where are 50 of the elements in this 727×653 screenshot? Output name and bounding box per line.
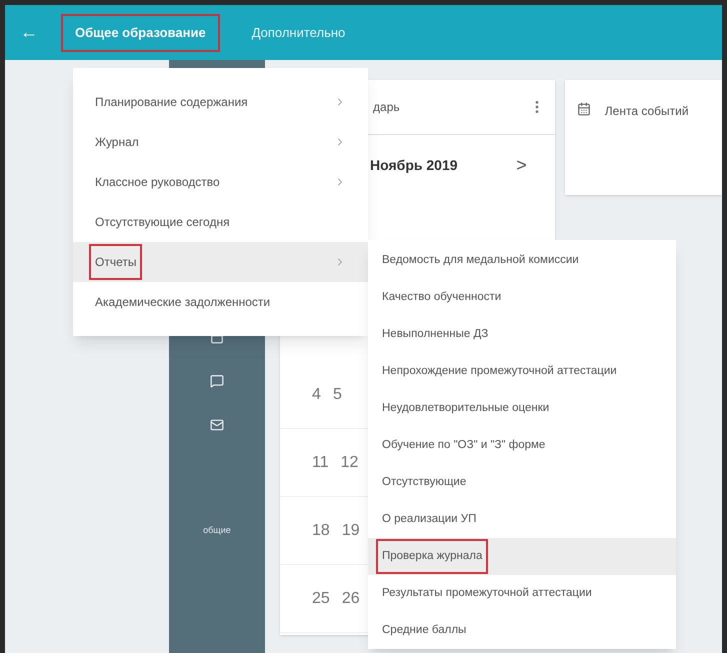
menu-item[interactable]: Отсутствующие сегодня [73, 202, 368, 242]
day-number[interactable]: 4 [312, 382, 321, 406]
submenu-item-label: Невыполненные ДЗ [381, 326, 490, 342]
mail-icon[interactable] [210, 418, 224, 432]
card-title: Лента событий [604, 103, 689, 120]
menu-item[interactable]: Планирование содержания [73, 82, 368, 122]
submenu-item-label: Непрохождение промежуточной аттестации [381, 364, 618, 379]
menu-item-label: Академические задолженности [94, 294, 272, 311]
day-number[interactable]: 11 [312, 450, 329, 474]
calendar-icon [576, 102, 591, 116]
submenu-item[interactable]: Отсутствующие [368, 464, 676, 501]
day-number[interactable]: 19 [342, 518, 360, 542]
menu-item-label: Отсутствующие сегодня [94, 214, 231, 231]
next-month-button[interactable]: > [516, 152, 527, 178]
submenu-item[interactable]: Непрохождение промежуточной аттестации [368, 353, 676, 390]
day-number[interactable]: 25 [312, 586, 330, 610]
menu-item[interactable]: Журнал [73, 122, 368, 162]
submenu-item[interactable]: О реализации УП [368, 501, 676, 538]
submenu-item[interactable]: Средние баллы [368, 612, 676, 649]
submenu-item-label: Средние баллы [381, 622, 468, 638]
menu-item[interactable]: Академические задолженности [73, 282, 368, 322]
submenu-item-label: Результаты промежуточной аттестации [381, 586, 593, 601]
submenu-item-label: Отсутствующие [381, 474, 468, 490]
submenu-item-label: Неудовлетворительные оценки [381, 400, 550, 416]
submenu-item[interactable]: Качество обученности [368, 279, 676, 316]
submenu-item-label: Проверка журнала [376, 539, 488, 574]
submenu-item-label: Ведомость для медальной комиссии [381, 252, 580, 268]
menu-item-label: Журнал [94, 134, 140, 151]
menu-item-label: Планирование содержания [94, 94, 249, 111]
menu-item[interactable]: Отчеты [73, 242, 368, 282]
day-number[interactable]: 12 [340, 450, 358, 474]
submenu-item[interactable]: Результаты промежуточной аттестации [368, 575, 676, 612]
submenu-item[interactable]: Неудовлетворительные оценки [368, 390, 676, 427]
month-label: Ноябрь 2019 [370, 156, 459, 175]
day-number[interactable]: 18 [312, 518, 330, 542]
submenu-item-label: Обучение по "ОЗ" и "З" форме [381, 438, 546, 453]
submenu-item[interactable]: Обучение по "ОЗ" и "З" форме [368, 427, 676, 464]
day-number[interactable]: 26 [342, 586, 360, 610]
menu-item-label: Классное руководство [94, 174, 221, 191]
chat-icon[interactable] [210, 374, 224, 388]
sidebar-label: общие [203, 524, 231, 537]
menu-item[interactable]: Классное руководство [73, 162, 368, 202]
submenu-item[interactable]: Проверка журнала [368, 538, 676, 575]
menu-item-label: Отчеты [89, 244, 142, 280]
card-title: дарь [373, 99, 401, 116]
submenu-item[interactable]: Ведомость для медальной комиссии [368, 242, 676, 279]
submenu-item-label: О реализации УП [381, 512, 478, 527]
submenu-item[interactable]: Невыполненные ДЗ [368, 316, 676, 353]
submenu-item-label: Качество обученности [381, 290, 502, 305]
day-number[interactable]: 5 [332, 382, 342, 406]
